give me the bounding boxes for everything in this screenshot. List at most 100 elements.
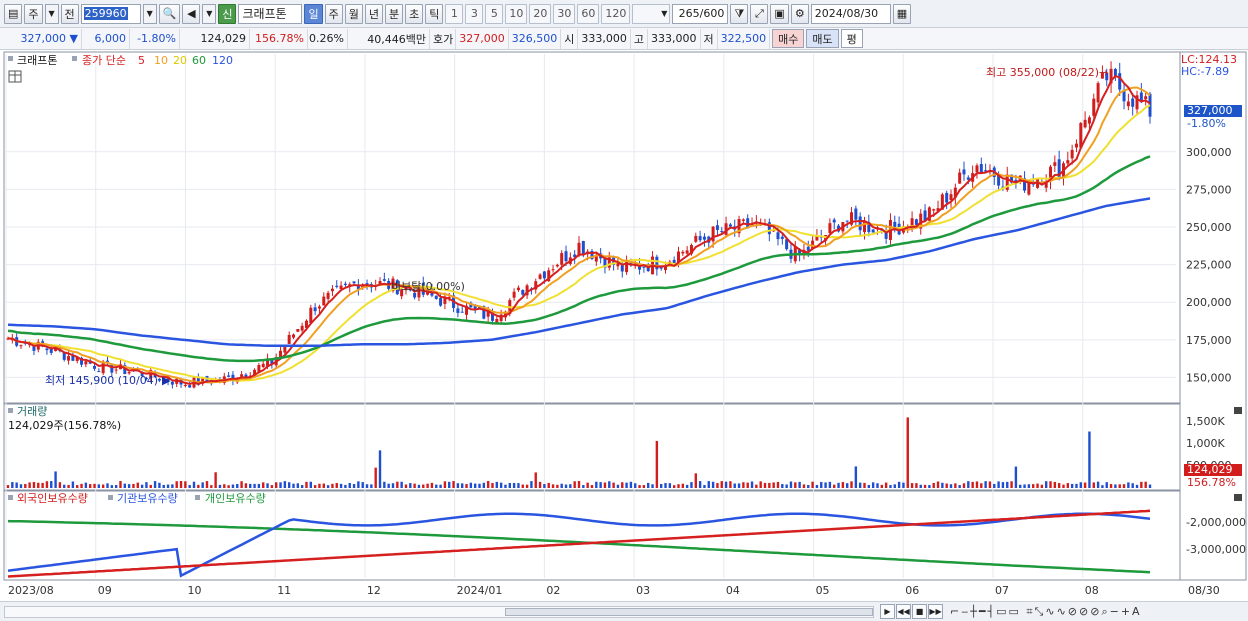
minute-5[interactable]: 5 [485, 3, 504, 24]
volume-bar [175, 481, 178, 488]
volume-bar [162, 484, 165, 488]
volume-bar [664, 483, 667, 488]
speaker-dropdown-icon[interactable]: ▼ [202, 3, 217, 24]
legend-institution: 기관보유수량 [117, 492, 178, 505]
period-week[interactable]: 주 [324, 3, 343, 24]
period-second[interactable]: 초 [405, 3, 424, 24]
volume-bar [473, 483, 477, 488]
stock-code-input[interactable]: 259960 [80, 3, 141, 24]
sell-button[interactable]: 매도 [806, 29, 839, 48]
period-minute[interactable]: 분 [384, 3, 404, 24]
volume-bar [1044, 481, 1048, 488]
candle-body [287, 334, 291, 344]
volume-bar [789, 481, 793, 488]
holding-panel-close-icon[interactable] [1234, 494, 1242, 501]
candle-body [564, 251, 568, 262]
pct-tag-text: -1.80% [1187, 117, 1226, 130]
prev-button[interactable]: 전 [60, 3, 79, 24]
scrollbar-thumb[interactable] [505, 608, 873, 616]
candle-body [746, 218, 750, 228]
period-dropdown-icon[interactable]: ▼ [44, 3, 59, 24]
volume-bar [249, 483, 252, 488]
volume-bar [720, 481, 723, 488]
volume-bar [435, 484, 438, 488]
candle-body [313, 307, 317, 312]
volume-bar [413, 483, 416, 488]
minute-3[interactable]: 3 [465, 3, 484, 24]
date-input[interactable]: 2024/08/30 [810, 3, 891, 24]
buy-button[interactable]: 매수 [772, 29, 805, 48]
volume-bar [84, 482, 88, 488]
volume-bar [755, 484, 758, 488]
eval-button[interactable]: 평 [840, 29, 863, 48]
volume-bar [426, 483, 429, 488]
volume-bar [880, 484, 884, 488]
fast-forward-icon[interactable]: ▶▶ [928, 604, 943, 619]
volume-bar [919, 484, 922, 488]
volume-bar [335, 483, 338, 488]
turnover-pct: 0.26% [308, 28, 348, 49]
minute-120[interactable]: 120 [601, 3, 631, 24]
candle-body [439, 298, 443, 306]
period-year[interactable]: 년 [364, 3, 383, 24]
volume-bar [642, 485, 646, 488]
candle-type-icon[interactable]: ⧩ [730, 3, 749, 24]
volume-bar [482, 482, 486, 488]
code-dropdown-icon[interactable]: ▼ [142, 3, 157, 24]
volume-bar [915, 483, 918, 488]
candle-body [343, 283, 347, 285]
period-tick[interactable]: 틱 [425, 3, 444, 24]
chart-scrollbar[interactable] [4, 606, 874, 618]
mid-annotation: 비보탈(0.00%) [391, 280, 465, 293]
period-selector[interactable]: 주 [24, 3, 43, 24]
candle-body [330, 288, 334, 292]
volume-bar [988, 481, 992, 488]
volume-bar [616, 484, 620, 488]
scroll-right-icon[interactable]: ▶ [880, 604, 895, 619]
draw-tool-icon[interactable]: ⤢ [750, 3, 769, 24]
candle-body [979, 164, 983, 173]
volume-bar [465, 484, 468, 488]
volume-panel-close-icon[interactable] [1234, 407, 1242, 414]
save-icon[interactable]: ▣ [770, 3, 789, 24]
speaker-icon[interactable]: ◀ [182, 3, 201, 24]
candle-body [382, 279, 386, 281]
chart-menu-icon[interactable]: ▤ [4, 3, 23, 24]
volume-bar [698, 481, 702, 488]
volume-bar [772, 482, 775, 488]
minute-60[interactable]: 60 [577, 3, 600, 24]
volume-bar [1053, 481, 1057, 488]
volume-bar [443, 481, 447, 488]
stop-icon[interactable]: ■ [912, 604, 927, 619]
volume-bar [512, 482, 516, 488]
calendar-icon[interactable]: ▦ [892, 3, 912, 24]
volume-value: 124,029 [180, 28, 250, 49]
x-axis-month-label: 04 [726, 584, 740, 597]
minute-10[interactable]: 10 [505, 3, 528, 24]
gear-icon[interactable]: ⚙ [790, 3, 809, 24]
search-icon[interactable]: 🔍 [158, 3, 181, 24]
period-day[interactable]: 일 [304, 3, 323, 24]
candle-body [322, 296, 326, 306]
rewind-icon[interactable]: ◀◀ [896, 604, 911, 619]
custom-period-select[interactable]: ▼ [632, 3, 671, 24]
data-count-input[interactable]: 265/600 [672, 3, 729, 24]
volume-bar [638, 485, 641, 488]
volume-bar [274, 482, 278, 488]
minute-1[interactable]: 1 [445, 3, 464, 24]
volume-bar [1140, 481, 1143, 488]
drawing-tools[interactable]: ⌐‒┼━┤▭▭ ⌗⤡∿∿⊘⊘⊘⌕−+A [950, 605, 1142, 619]
x-axis-month-label: 11 [277, 584, 291, 597]
minute-20[interactable]: 20 [529, 3, 552, 24]
volume-bar [716, 483, 719, 488]
volume-bar [595, 481, 598, 488]
volume-bar [495, 481, 499, 488]
candle-body [1027, 182, 1031, 195]
volume-bar [980, 483, 983, 488]
stock-chart[interactable]: 크래프톤 종가 단순 5 10 20 60 120 최고 355,000 (08… [0, 50, 1248, 601]
x-axis-month-label: 02 [546, 584, 560, 597]
volume-bar [97, 484, 101, 488]
period-month[interactable]: 월 [344, 3, 363, 24]
minute-30[interactable]: 30 [553, 3, 576, 24]
candle-body [240, 374, 244, 377]
